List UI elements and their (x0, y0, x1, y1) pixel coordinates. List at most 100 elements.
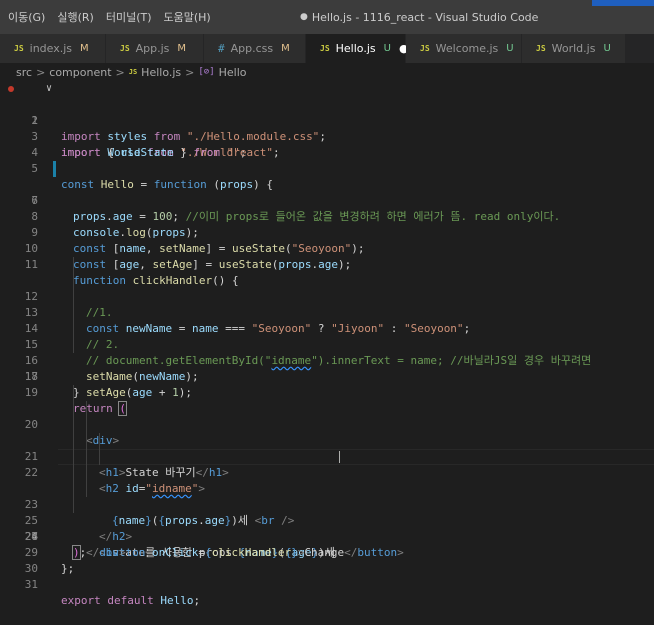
code-line: 10 const [age, setAge] = useState(props.… (0, 225, 654, 271)
code-line: 23 {name}({props.age})세 <br /> (0, 433, 654, 527)
title-bar: 이동(G) 실행(R) 터미널(T) 도움말(H) ● Hello.js - 1… (0, 0, 654, 34)
tab-app-js[interactable]: JS App.js M (106, 34, 204, 63)
code-line: 11 function clickHandler() { (0, 241, 654, 287)
indent-guide (86, 401, 87, 417)
js-file-icon: JS (128, 68, 138, 76)
punctuation: ; (193, 594, 201, 607)
modified-line-marker (53, 161, 56, 177)
tab-label: index.js (29, 42, 73, 55)
menu-terminal[interactable]: 터미널(T) (100, 9, 158, 25)
chevron-right-icon: > (185, 65, 195, 79)
code-line: 2 import styles from "./Hello.module.css… (0, 97, 654, 143)
tab-git-status: M (281, 43, 290, 54)
breadcrumb-symbol[interactable]: Hello (219, 66, 247, 79)
tab-git-status: U (506, 43, 514, 54)
code-line: 12 //1. (0, 257, 654, 319)
code-line: 28 ); (0, 513, 654, 560)
code-line: 27 </div> (0, 497, 654, 559)
menu-run[interactable]: 실행(R) (51, 9, 99, 25)
code-line: 6 props.age = 100; //이미 props로 들어온 값을 변경… (0, 161, 654, 223)
indent-guide (86, 417, 87, 433)
indent-guide (73, 257, 74, 273)
breakpoint-icon[interactable] (8, 86, 14, 92)
code-line: 4 (0, 129, 654, 159)
window-title-text: Hello.js - 1116_react - Visual Studio Co… (311, 10, 539, 24)
breadcrumb-component[interactable]: component (49, 66, 111, 79)
code-line: 30 (0, 545, 654, 575)
menu-help[interactable]: 도움말(H) (158, 9, 217, 25)
code-line: 18 } (0, 353, 654, 399)
line-number: 31 (24, 578, 38, 591)
code-line: 17 setAge(age + 1); (0, 337, 654, 399)
indent-guide (86, 433, 87, 449)
code-line: 15 // document.getElementById("idname").… (0, 305, 654, 367)
code-line: 19 return ( (0, 369, 654, 416)
code-line: 5 const Hello = function (props) { (0, 145, 654, 191)
indent-guide (73, 321, 74, 337)
code-line-current: 24 state를 사용한 props {name}({age})세 (0, 449, 654, 559)
indent-guide (73, 465, 74, 481)
tab-git-status: M (80, 43, 89, 54)
fold-chevron-icon[interactable]: ∨ (46, 81, 52, 97)
tab-git-status: M (177, 43, 187, 54)
punctuation (101, 594, 108, 607)
code-line: 8 console.log(props); (0, 193, 654, 239)
menu-go[interactable]: 이동(G) (0, 9, 51, 25)
indent-guide (73, 305, 74, 321)
keyword: export (61, 594, 101, 607)
keyword: default (107, 594, 154, 607)
code-text: export default Hello; (61, 593, 200, 609)
code-line: 13 const newName = name === "Seoyoon" ? … (0, 273, 654, 335)
code-line: 9 const [name, setName] = useState("Seoy… (0, 209, 654, 255)
variable-symbol-icon: [⊘] (198, 67, 215, 77)
code-line: 20 <div> (0, 385, 654, 447)
code-line: 3 import { useState } from "react"; (0, 113, 654, 159)
js-file-icon: JS (120, 44, 130, 53)
js-file-icon: JS (420, 44, 430, 53)
tab-hello-js[interactable]: JS Hello.js U ● (306, 34, 409, 63)
identifier: Hello (160, 594, 194, 607)
current-line-highlight (58, 449, 654, 465)
window-accent-strip (592, 0, 654, 6)
code-line: 7 (0, 177, 654, 207)
indent-guide (73, 273, 74, 289)
tab-label: App.css (230, 42, 274, 55)
js-file-icon: JS (14, 44, 24, 53)
code-line: 29 }; (0, 529, 654, 575)
code-line: 14 // 2. (0, 289, 654, 351)
indent-guide (99, 433, 100, 449)
breadcrumb-file[interactable]: Hello.js (141, 66, 181, 79)
code-line: 16 setName(newName); (0, 321, 654, 383)
tab-world-js[interactable]: JS World.js U (522, 34, 626, 63)
indent-guide (73, 449, 74, 465)
breadcrumb: src > component > JS Hello.js > [⊘] Hell… (0, 63, 654, 81)
indent-guide (73, 433, 74, 449)
js-file-icon: JS (536, 44, 546, 53)
indent-guide (73, 497, 74, 513)
js-file-icon: JS (320, 44, 330, 53)
code-line: 22 <h2 id="idname"> (0, 417, 654, 495)
unsaved-dot-icon: ● (300, 12, 308, 22)
code-line: 25 </h2> (0, 465, 654, 543)
breadcrumb-src[interactable]: src (16, 66, 32, 79)
code-editor[interactable]: 1 ∨ import World from "./World"; 2 impor… (0, 81, 654, 607)
text-cursor (339, 451, 340, 463)
editor-tabs: JS index.js M JS App.js M # App.css M JS… (0, 34, 654, 63)
code-line: 26 <button onClick={clickHandler}>Change… (0, 481, 654, 559)
punctuation (154, 594, 161, 607)
code-line: 21 <h1>State 바꾸기</h1> (0, 401, 654, 479)
code-line: 31 export default Hello; (0, 561, 654, 607)
tab-git-status: U (603, 43, 611, 54)
tab-label: Welcome.js (435, 42, 499, 55)
tab-index-js[interactable]: JS index.js M (0, 34, 106, 63)
tab-welcome-js[interactable]: JS Welcome.js U (406, 34, 522, 63)
tab-label: Hello.js (335, 42, 376, 55)
tab-label: App.js (135, 42, 170, 55)
indent-guide (73, 385, 74, 401)
chevron-right-icon: > (115, 65, 125, 79)
indent-guide (73, 289, 74, 305)
indent-guide (73, 337, 74, 353)
indent-guide (73, 401, 74, 417)
tab-app-css[interactable]: # App.css M (204, 34, 306, 63)
window-title: ● Hello.js - 1116_react - Visual Studio … (300, 0, 538, 34)
